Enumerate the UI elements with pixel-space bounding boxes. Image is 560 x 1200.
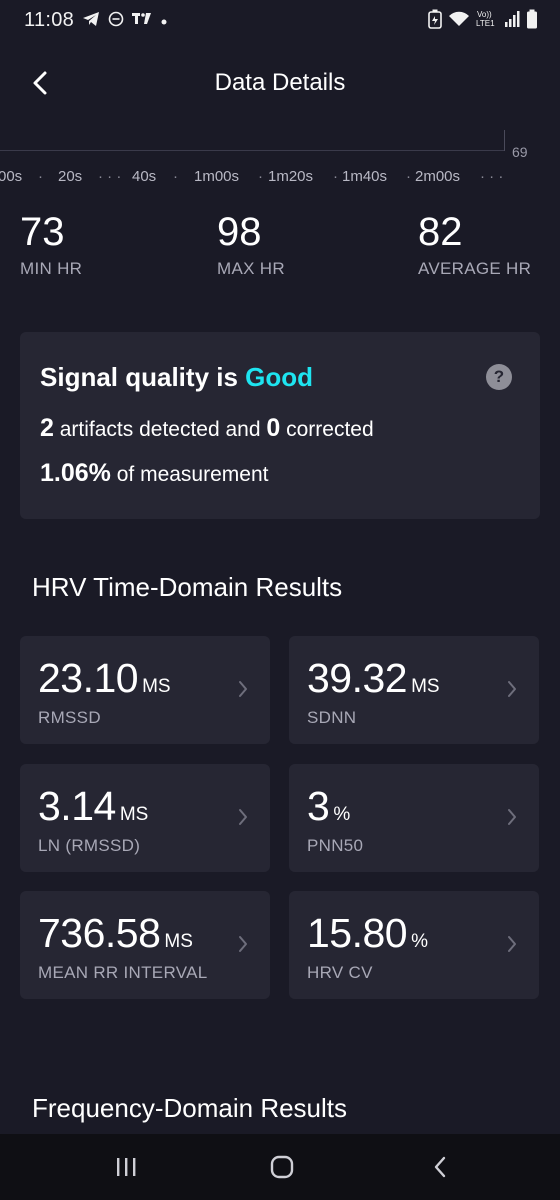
average-hr-value: 82 (418, 210, 463, 254)
hr-chart[interactable]: 69 00s · 20s · · · 40s · 1m00s · 1m20s ·… (0, 126, 560, 196)
battery-icon (526, 9, 538, 34)
home-icon (270, 1155, 294, 1179)
max-hr-stat: 98 MAX HR (217, 210, 285, 279)
metric-value: 23.10 (38, 655, 139, 701)
artifacts-line: 2 artifacts detected and 0 corrected (40, 414, 374, 443)
metric-unit: MS (164, 931, 193, 952)
metric-unit: MS (142, 676, 171, 697)
svg-text:LTE1: LTE1 (476, 19, 495, 28)
metric-card-ln-rmssd[interactable]: 3.14 MS LN (RMSSD) (20, 764, 270, 872)
chart-edge (504, 130, 505, 151)
min-hr-value: 73 (20, 210, 65, 254)
metric-card-mean-rr[interactable]: 736.58 MS MEAN RR INTERVAL (20, 891, 270, 999)
tick-separator: · (333, 168, 338, 185)
min-hr-stat: 73 MIN HR (20, 210, 82, 279)
metric-card-pnn50[interactable]: 3% PNN50 (289, 764, 539, 872)
data-details-screen: 11:08 Vo)) LTE1 Data Details 69 00s · 20… (0, 0, 560, 1200)
recent-apps-button[interactable] (106, 1152, 146, 1182)
chart-y-max-label: 69 (512, 144, 528, 160)
max-hr-value: 98 (217, 210, 262, 254)
time-domain-heading: HRV Time-Domain Results (32, 572, 343, 602)
tradingview-icon (132, 12, 152, 31)
home-button[interactable] (262, 1152, 302, 1182)
signal-quality-status: Good (245, 362, 314, 392)
metric-unit: % (411, 931, 429, 952)
artifacts-count: 2 (40, 414, 54, 442)
tick-separator: · · · (98, 168, 122, 185)
metric-label: LN (RMSSD) (38, 836, 141, 855)
tick-label: 1m20s (268, 168, 314, 185)
page-title: Data Details (214, 69, 346, 96)
tick-separator: · · · (480, 168, 504, 185)
min-hr-label: MIN HR (20, 259, 83, 278)
signal-quality-prefix: Signal quality is (40, 362, 246, 392)
tick-separator: · (173, 168, 178, 185)
help-icon[interactable]: ? (486, 364, 512, 390)
system-back-button[interactable] (420, 1152, 460, 1182)
wifi-icon (448, 11, 470, 32)
chevron-right-icon (508, 681, 516, 697)
telegram-icon (82, 11, 100, 32)
metric-value: 15.80 (307, 910, 408, 956)
percent-text: of measurement (110, 463, 269, 486)
metric-unit: MS (411, 676, 440, 697)
metric-label: RMSSD (38, 708, 101, 727)
tick-label: 1m40s (342, 168, 388, 185)
tick-label: 40s (132, 168, 157, 185)
tick-separator: · (38, 168, 43, 185)
svg-text:Vo)): Vo)) (477, 10, 492, 19)
recent-apps-icon (117, 1158, 136, 1176)
chevron-right-icon (508, 809, 516, 825)
metric-label: PNN50 (307, 836, 364, 855)
volte-icon: Vo)) LTE1 (476, 9, 498, 34)
metric-label: MEAN RR INTERVAL (38, 963, 208, 982)
chevron-right-icon (239, 936, 247, 952)
tick-separator: · (406, 168, 411, 185)
average-hr-stat: 82 AVERAGE HR (418, 210, 531, 279)
average-hr-label: AVERAGE HR (418, 259, 532, 278)
metric-unit: MS (119, 804, 149, 825)
signal-quality-title: Signal quality is Good (40, 362, 313, 393)
status-bar: 11:08 Vo)) LTE1 (0, 0, 560, 44)
metric-value: 736.58 (38, 910, 161, 956)
tick-label: 00s (0, 168, 23, 185)
metric-value: 3 (307, 783, 330, 829)
signal-quality-card: Signal quality is Good ? 2 artifacts det… (20, 332, 540, 519)
time-axis: 00s · 20s · · · 40s · 1m00s · 1m20s · 1m… (0, 168, 510, 188)
tick-label: 20s (58, 168, 83, 185)
metric-value: 3.14 (38, 783, 116, 829)
metric-unit: % (333, 804, 351, 825)
status-time: 11:08 (24, 9, 75, 31)
app-header: Data Details (0, 52, 560, 114)
corrected-count: 0 (266, 414, 281, 442)
tick-label: 1m00s (194, 168, 240, 185)
chart-baseline (0, 150, 505, 151)
metric-label: SDNN (307, 708, 357, 727)
measurement-line: 1.06% of measurement (40, 459, 268, 488)
max-hr-label: MAX HR (217, 259, 285, 278)
chevron-right-icon (508, 936, 516, 952)
battery-saver-icon (428, 9, 442, 34)
chevron-right-icon (239, 809, 247, 825)
metric-label: HRV CV (307, 963, 373, 982)
metric-card-hrv-cv[interactable]: 15.80% HRV CV (289, 891, 539, 999)
tick-label: 2m00s (415, 168, 461, 185)
chevron-right-icon (239, 681, 247, 697)
metric-card-rmssd[interactable]: 23.10 MS RMSSD (20, 636, 270, 744)
system-nav-bar (0, 1134, 560, 1200)
tick-separator: · (258, 168, 263, 185)
frequency-domain-heading: Frequency-Domain Results (32, 1093, 348, 1123)
notification-dot-icon (160, 13, 168, 31)
artifacts-text: artifacts detected and (53, 418, 267, 441)
artifact-percent: 1.06% (40, 459, 111, 487)
back-arrow-icon (434, 1156, 446, 1178)
metric-card-sdnn[interactable]: 39.32 MS SDNN (289, 636, 539, 744)
metric-value: 39.32 (307, 655, 408, 701)
do-not-disturb-icon (108, 11, 124, 32)
signal-icon (504, 10, 520, 33)
corrected-text: corrected (280, 418, 374, 441)
